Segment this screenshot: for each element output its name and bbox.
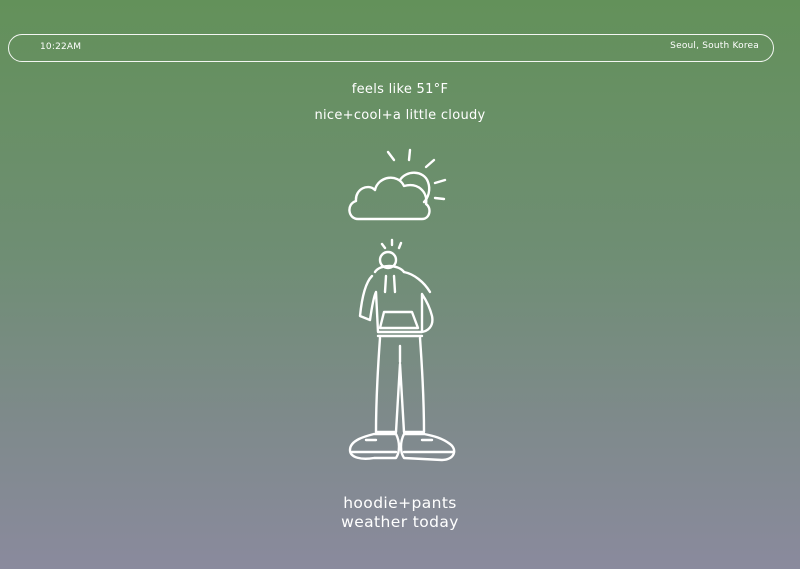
feels-like-temperature: feels like 51°F	[351, 82, 449, 97]
partly-cloudy-icon	[348, 148, 447, 221]
outfit-subtitle: weather today	[341, 513, 459, 531]
top-bar: 10:22AM Seoul, South Korea	[8, 34, 774, 62]
outfit-recommendation: hoodie+pants	[343, 494, 457, 512]
person-in-hoodie-illustration	[348, 238, 456, 462]
current-time: 10:22AM	[40, 42, 82, 52]
location-label: Seoul, South Korea	[670, 41, 759, 51]
weather-description: nice+cool+a little cloudy	[314, 108, 486, 123]
